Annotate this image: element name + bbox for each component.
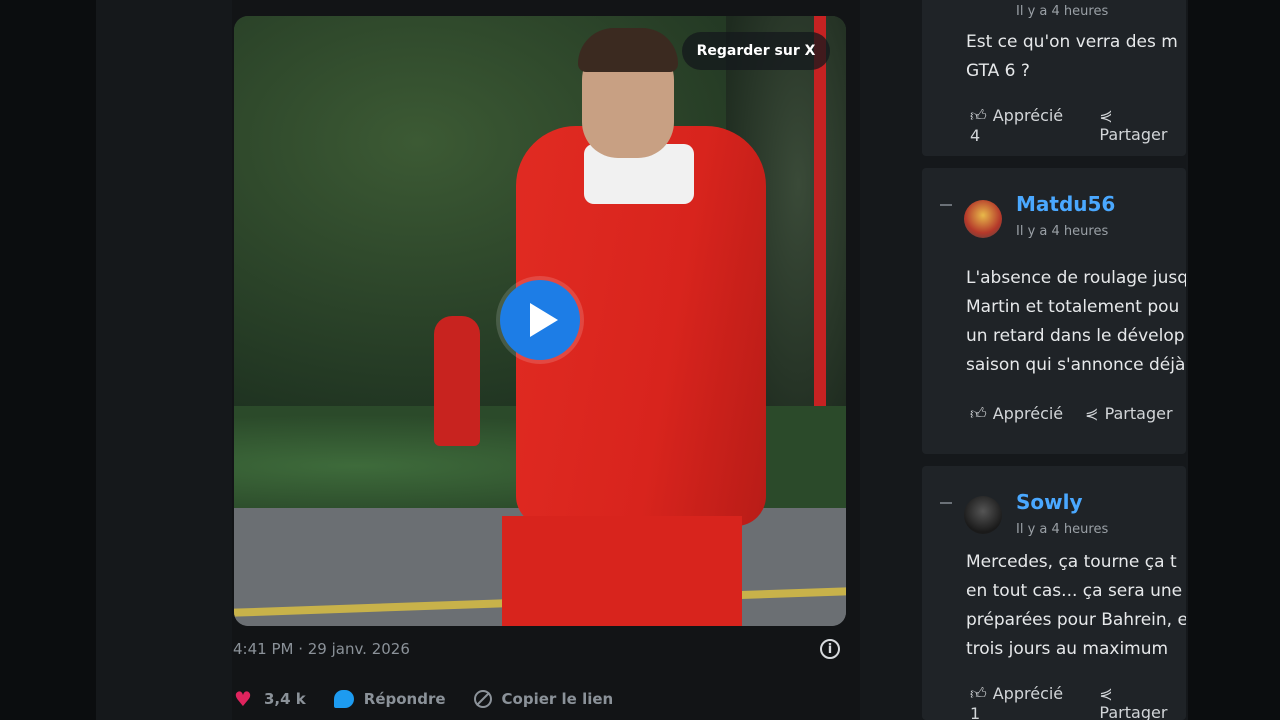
comment-username[interactable]: Sowly	[1016, 490, 1083, 514]
comment-username[interactable]: Matdu56	[1016, 192, 1115, 216]
collapse-icon[interactable]	[940, 502, 952, 504]
comments-panel: Il y a 4 heures Est ce qu'on verra des m…	[920, 0, 1186, 720]
tweet-timestamp: 4:41 PM · 29 janv. 2026	[233, 640, 410, 658]
heart-icon: ♥	[234, 687, 252, 711]
comment-card: Matdu56 Il y a 4 heures L'absence de rou…	[922, 168, 1186, 454]
comment-actions: 👍︎ Apprécié ⋞ Partager	[970, 404, 1173, 424]
link-icon	[473, 690, 492, 708]
reply-icon	[333, 690, 354, 708]
like-button[interactable]: 👍︎ Apprécié 1	[970, 684, 1077, 720]
share-icon: ⋞	[1099, 106, 1113, 125]
thumbs-up-icon: 👍︎	[970, 106, 987, 125]
comment-text: L'absence de roulage jusq Martin et tota…	[966, 268, 1186, 375]
info-icon[interactable]: i	[820, 639, 840, 659]
share-icon: ⋞	[1099, 684, 1113, 703]
comment-card: Sowly Il y a 4 heures Mercedes, ça tourn…	[922, 466, 1186, 720]
comment-text: Mercedes, ça tourne ça t en tout cas... …	[966, 552, 1186, 659]
thumbs-up-icon: 👍︎	[970, 404, 987, 423]
comment-time: Il y a 4 heures	[1016, 224, 1109, 239]
comment-actions: 👍︎ Apprécié 4 ⋞Partager	[970, 106, 1186, 145]
like-button[interactable]: 👍︎ Apprécié	[970, 404, 1063, 424]
play-button[interactable]	[500, 280, 580, 360]
tweet-actions: ♥ 3,4 k Répondre Copier le lien	[234, 684, 641, 714]
collapse-icon[interactable]	[940, 204, 952, 206]
comment-card: Il y a 4 heures Est ce qu'on verra des m…	[922, 0, 1186, 156]
copy-link-label: Copier le lien	[501, 690, 614, 708]
share-button[interactable]: ⋞Partager	[1099, 684, 1186, 720]
comment-actions: 👍︎ Apprécié 1 ⋞Partager	[970, 684, 1186, 720]
share-button[interactable]: ⋞Partager	[1099, 106, 1186, 145]
reply-button[interactable]: Répondre	[333, 690, 446, 708]
like-count: 3,4 k	[264, 690, 306, 708]
comment-time: Il y a 4 heures	[1016, 4, 1109, 19]
share-button[interactable]: ⋞Partager	[1085, 404, 1172, 424]
avatar[interactable]	[964, 496, 1002, 534]
like-button[interactable]: 👍︎ Apprécié 4	[970, 106, 1077, 145]
avatar[interactable]	[964, 200, 1002, 238]
play-icon	[530, 303, 558, 337]
comment-time: Il y a 4 heures	[1016, 522, 1109, 537]
edge-fade	[1220, 0, 1280, 720]
watch-on-x-button[interactable]: Regarder sur X	[682, 32, 830, 70]
share-icon: ⋞	[1085, 404, 1099, 423]
comment-text: Est ce qu'on verra des m GTA 6 ?	[966, 32, 1178, 81]
copy-link-button[interactable]: Copier le lien	[473, 690, 614, 708]
fire-hydrant	[434, 316, 480, 446]
like-button[interactable]: ♥ 3,4 k	[234, 689, 306, 709]
reply-label: Répondre	[363, 690, 446, 708]
thumbs-up-icon: 👍︎	[970, 684, 987, 703]
